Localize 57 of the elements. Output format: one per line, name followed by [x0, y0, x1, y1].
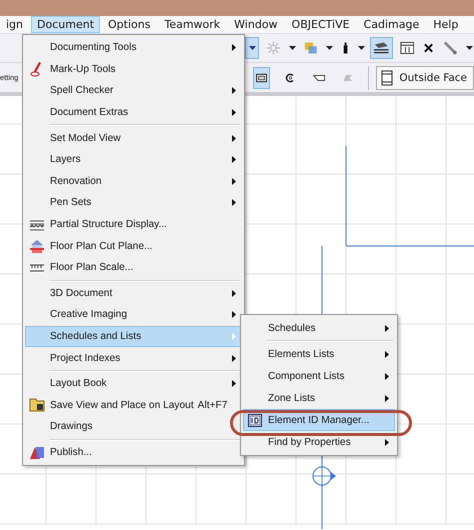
- sun-icon: [266, 40, 281, 56]
- menu-bar-item[interactable]: OBJECTiVE: [286, 16, 356, 33]
- menu-item[interactable]: 3D Document: [25, 282, 242, 304]
- menu-item[interactable]: Publish...: [25, 442, 242, 464]
- menu-item[interactable]: Creative Imaging: [25, 304, 242, 326]
- figure-icon: [341, 41, 350, 55]
- menu-item[interactable]: Component Lists: [243, 365, 395, 387]
- house-cut-icon: [29, 238, 45, 254]
- dropdown-arrow-icon[interactable]: [288, 46, 296, 50]
- pen-icon: [30, 61, 44, 78]
- menu-item[interactable]: Elements Lists: [243, 343, 395, 365]
- hatch-icon: [29, 218, 45, 231]
- menu-bar-item[interactable]: Teamwork: [158, 16, 226, 33]
- dropdown-arrow-button[interactable]: [245, 37, 259, 59]
- menu-item[interactable]: Floor Plan Cut Plane...: [25, 235, 242, 257]
- menu-bar-item[interactable]: Document: [31, 16, 100, 33]
- wand-icon: [443, 40, 458, 56]
- dropdown-arrow-icon[interactable]: [358, 46, 366, 50]
- stacked-planes-button[interactable]: [370, 37, 393, 59]
- surface-selector[interactable]: Outside Face: [376, 66, 474, 90]
- ruler-icon: [29, 262, 45, 273]
- dropdown-arrow-icon[interactable]: [466, 46, 474, 50]
- menu-item[interactable]: Renovation: [25, 170, 242, 192]
- menu-item[interactable]: Zone Lists: [243, 387, 395, 409]
- layers-icon: [304, 40, 318, 56]
- menu-item[interactable]: Spell Checker: [25, 80, 242, 102]
- shortcut-label: Alt+F7: [196, 400, 228, 411]
- folder-icon: [29, 397, 45, 414]
- menu-bar-item[interactable]: Window: [228, 16, 284, 33]
- menu-bar-item[interactable]: Cadimage: [358, 16, 426, 33]
- menu-bar-item[interactable]: Options: [102, 16, 156, 33]
- close-icon: [424, 43, 434, 53]
- table-icon: [400, 41, 414, 55]
- menu-item[interactable]: Partial Structure Display...: [25, 214, 242, 236]
- menu-item[interactable]: Set Model View: [25, 127, 242, 149]
- menu-item[interactable]: Document Extras: [25, 102, 242, 124]
- menu-item[interactable]: Schedules and Lists: [25, 326, 242, 348]
- id-icon: [248, 414, 262, 426]
- menu-item[interactable]: Layout Book: [25, 372, 242, 394]
- menu-item[interactable]: Floor Plan Scale...: [25, 256, 242, 279]
- dropdown-arrow-icon[interactable]: [326, 46, 334, 50]
- surface-icon: [381, 70, 394, 86]
- menu-item[interactable]: Mark-Up Tools: [25, 58, 242, 80]
- menu-item[interactable]: Layers: [25, 148, 242, 171]
- menu-item[interactable]: Pen Sets: [25, 192, 242, 214]
- stacked-planes-icon: [373, 40, 390, 56]
- window-tool-button[interactable]: [253, 66, 270, 88]
- section-marker-icon[interactable]: [312, 464, 336, 488]
- menu-item[interactable]: Save View and Place on Layout Alt+F7: [25, 394, 242, 416]
- dropdown-arrow-icon: [248, 46, 256, 50]
- menu-item[interactable]: Documenting Tools: [25, 37, 242, 59]
- menu-item[interactable]: Project Indexes: [25, 347, 242, 369]
- menu-item[interactable]: Drawings: [25, 416, 242, 438]
- menu-bar-item[interactable]: ign: [0, 16, 30, 33]
- menu-bar-item[interactable]: Help: [427, 16, 464, 33]
- menu-item[interactable]: Schedules: [243, 317, 395, 339]
- publish-icon: [29, 444, 45, 460]
